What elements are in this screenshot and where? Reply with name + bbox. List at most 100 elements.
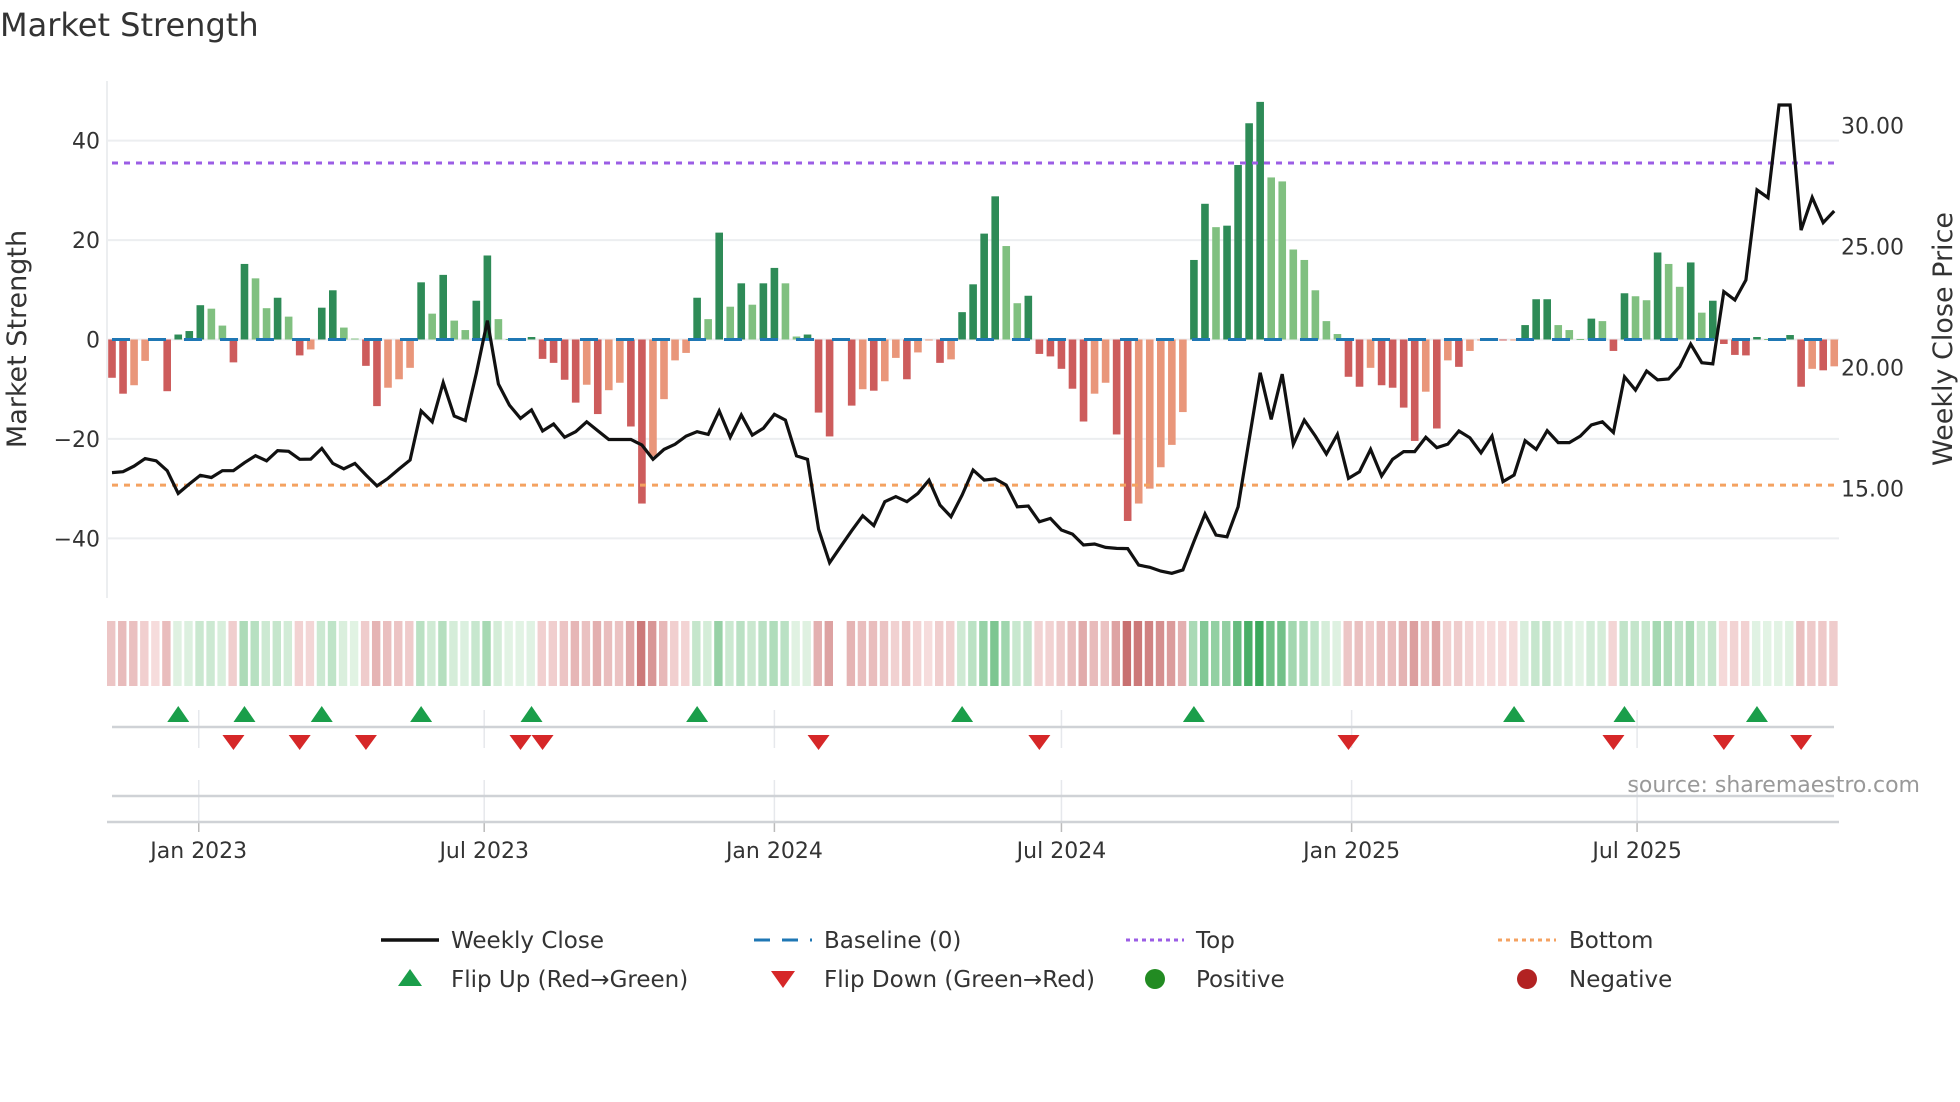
- strip-cell: [1487, 621, 1496, 686]
- strip-cell: [537, 621, 546, 686]
- strip-cell: [1122, 621, 1132, 686]
- strip-cell: [316, 621, 326, 686]
- strip-cell: [1564, 621, 1573, 686]
- strength-bar: [726, 306, 735, 340]
- strip-cell: [1354, 621, 1363, 686]
- strip-cell: [548, 621, 557, 686]
- strength-bar: [1168, 339, 1176, 445]
- x-tick-label: Jul 2024: [1015, 839, 1107, 864]
- strip-cell: [1332, 621, 1341, 686]
- strength-bar: [406, 339, 414, 368]
- strength-bar: [395, 339, 403, 380]
- legend-label: Bottom: [1569, 928, 1653, 954]
- strength-bar: [461, 330, 470, 340]
- strength-bar: [1289, 249, 1298, 340]
- strength-bar: [1013, 303, 1022, 340]
- flip-down-marker: [1337, 735, 1360, 750]
- flip-up-marker: [951, 706, 974, 722]
- x-tick-label: Jul 2025: [1590, 839, 1682, 864]
- strip-cell: [217, 621, 226, 686]
- strip-cell: [1641, 621, 1650, 686]
- strip-cell: [482, 621, 491, 686]
- strip-cell: [1188, 621, 1198, 686]
- flip-up-marker: [310, 706, 333, 722]
- strength-bar: [1675, 286, 1684, 340]
- strip-cell: [261, 621, 270, 686]
- strength-bar: [207, 308, 216, 340]
- strength-bar: [1035, 339, 1044, 354]
- strip-cell: [857, 621, 867, 686]
- flip-down-marker: [288, 735, 311, 750]
- right-tick-label: 30.00: [1841, 114, 1904, 139]
- strip-cell: [438, 621, 447, 686]
- strength-bar: [1786, 335, 1794, 340]
- strength-bar: [858, 339, 867, 390]
- left-tick-label: 0: [86, 329, 100, 354]
- strip-cell: [714, 621, 723, 686]
- strength-bar: [1068, 339, 1077, 389]
- strip-cell: [1575, 621, 1584, 686]
- strength-bar: [450, 320, 459, 340]
- strip-cell: [1277, 621, 1286, 686]
- strength-bar: [770, 267, 779, 340]
- left-tick-label: −20: [54, 428, 100, 453]
- strip-cell: [1696, 621, 1706, 686]
- strip-cell: [1542, 621, 1551, 686]
- strength-bar: [571, 339, 580, 403]
- strip-cell: [636, 621, 646, 686]
- flip-down-marker: [1712, 735, 1735, 750]
- strength-bar: [1819, 339, 1827, 371]
- strength-bar: [1046, 339, 1055, 357]
- strip-cell: [769, 621, 778, 686]
- strip-cell: [460, 621, 469, 686]
- strength-bar: [273, 297, 282, 340]
- strength-bar: [1024, 295, 1033, 340]
- strip-cell: [946, 621, 955, 686]
- strength-bar: [1278, 181, 1287, 340]
- strength-bar: [317, 307, 326, 340]
- strength-bar: [1145, 339, 1154, 489]
- strip-cell: [692, 621, 701, 686]
- strength-bar: [881, 339, 889, 382]
- strip-cell: [890, 621, 900, 686]
- strength-bar: [1002, 246, 1011, 340]
- strip-cell: [1431, 621, 1441, 686]
- flip-down-marker: [1602, 735, 1625, 750]
- strip-cell: [1244, 621, 1253, 686]
- strength-bar: [340, 327, 348, 340]
- strip-cell: [813, 621, 822, 686]
- strength-bar: [616, 339, 624, 383]
- strip-cell: [725, 621, 734, 686]
- strength-bar: [1311, 290, 1320, 340]
- strip-cell: [570, 621, 580, 686]
- strip-cell: [1001, 621, 1010, 686]
- strip-cell: [1707, 621, 1717, 686]
- strip-cell: [802, 621, 811, 686]
- strength-bar: [1256, 101, 1264, 340]
- strength-bar: [527, 337, 536, 340]
- strip-cell: [758, 621, 767, 686]
- source-credit: source: sharemaestro.com: [1627, 773, 1920, 798]
- strength-bar: [1399, 339, 1408, 408]
- strip-cell: [526, 621, 535, 686]
- strip-cell: [1199, 621, 1209, 686]
- strip-cell: [1177, 621, 1187, 686]
- strength-bar: [119, 339, 127, 394]
- left-tick-label: 20: [72, 229, 100, 254]
- strength-bar: [1543, 299, 1551, 340]
- legend-circle-icon: [1517, 969, 1537, 989]
- strength-bar: [1300, 259, 1309, 340]
- strip-cell: [405, 621, 414, 686]
- legend-triangle-down-icon: [771, 971, 795, 988]
- strip-cell: [1807, 621, 1816, 686]
- flip-up-marker: [1745, 706, 1768, 722]
- right-axis-title: Weekly Close Price: [1928, 212, 1959, 466]
- strength-bar: [605, 339, 613, 391]
- strip-cell: [901, 621, 911, 686]
- strip-cell: [1818, 621, 1827, 686]
- strength-bar: [538, 339, 547, 359]
- strip-cell: [559, 621, 569, 686]
- strength-bar: [936, 339, 944, 363]
- strength-bar: [660, 339, 668, 400]
- flip-down-marker: [1028, 735, 1051, 750]
